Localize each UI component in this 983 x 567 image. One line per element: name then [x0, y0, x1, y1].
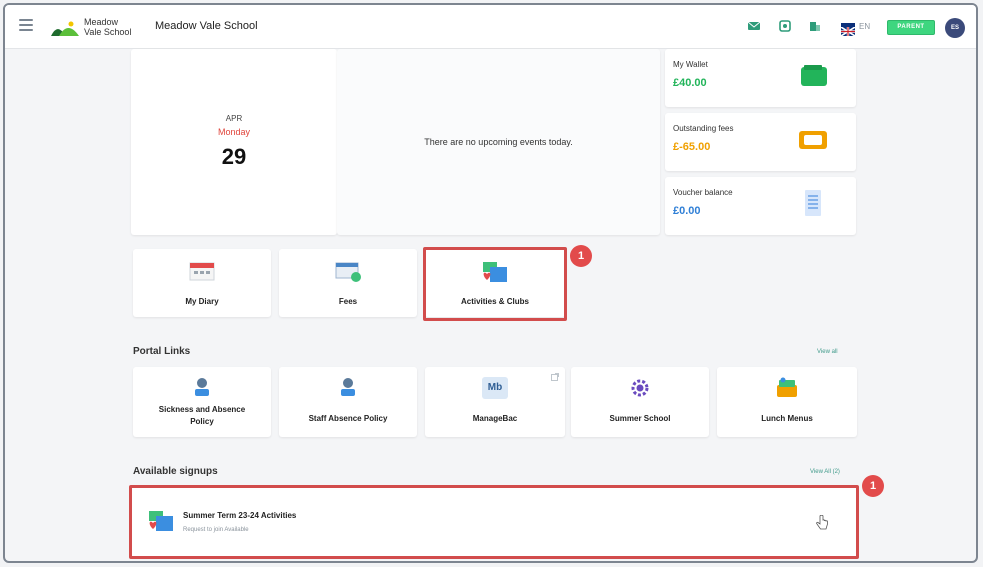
voucher-label: Voucher balance: [673, 188, 733, 197]
date-weekday: Monday: [217, 127, 251, 137]
tile-label: ManageBac: [472, 414, 518, 423]
my-wallet-card[interactable]: My Wallet £40.00: [665, 49, 856, 107]
tile-label: Lunch Menus: [761, 414, 813, 423]
role-badge[interactable]: PARENT: [887, 20, 935, 35]
person-badge-icon: [195, 378, 209, 396]
wallet-icon: [801, 65, 827, 86]
portal-link-managebac[interactable]: Mb ManageBac: [425, 367, 565, 437]
events-card: There are no upcoming events today.: [337, 49, 660, 235]
tile-label: My Diary: [185, 297, 219, 306]
school-name: Meadow Vale School: [155, 20, 258, 32]
date-card: APR Monday 29: [131, 49, 337, 235]
date-month: APR: [225, 114, 243, 123]
app-window: Meadow Vale School Meadow Vale School EN…: [3, 3, 978, 563]
menu-icon[interactable]: [19, 19, 33, 31]
calendar-icon: [189, 262, 215, 281]
user-avatar[interactable]: ES: [945, 18, 965, 38]
fees-label: Outstanding fees: [673, 124, 734, 133]
person-badge-icon: [341, 378, 355, 396]
managebac-icon: Mb: [482, 377, 508, 399]
fees-value: £-65.00: [673, 141, 711, 153]
activities-highlight-box: [423, 247, 567, 321]
available-signups-title: Available signups: [133, 466, 218, 477]
tile-label: Summer School: [609, 414, 671, 423]
portal-link-summer-school[interactable]: Summer School: [571, 367, 709, 437]
school-logo[interactable]: Meadow Vale School: [51, 14, 141, 40]
gear-icon: [631, 379, 649, 397]
signups-view-all[interactable]: View All (2): [810, 469, 840, 475]
portal-links-view-all[interactable]: View all: [817, 349, 838, 355]
portal-links-title: Portal Links: [133, 346, 191, 357]
external-link-icon: [551, 373, 559, 381]
outstanding-fees-card[interactable]: Outstanding fees £-65.00: [665, 113, 856, 171]
settings-icon[interactable]: [778, 19, 792, 33]
portal-link-staff-absence[interactable]: Staff Absence Policy: [279, 367, 417, 437]
fees-tile[interactable]: Fees: [279, 249, 417, 317]
invoice-icon: [335, 262, 361, 282]
tile-label: Policy: [190, 417, 214, 426]
building-icon[interactable]: [808, 19, 822, 33]
logo-text: Meadow Vale School: [84, 17, 132, 37]
tile-label: Fees: [338, 297, 358, 306]
logo-hills-icon: [51, 21, 79, 36]
voucher-balance-card[interactable]: Voucher balance £0.00: [665, 177, 856, 235]
tile-label: Staff Absence Policy: [308, 414, 388, 423]
wallet-value: £40.00: [673, 77, 707, 89]
voucher-icon: [805, 190, 821, 216]
lunchbox-icon: [777, 377, 797, 397]
voucher-value: £0.00: [673, 205, 701, 217]
no-events-message: There are no upcoming events today.: [424, 137, 573, 147]
portal-link-sickness[interactable]: Sickness and Absence Policy: [133, 367, 271, 437]
uk-flag-icon[interactable]: [840, 23, 856, 37]
tile-label: Sickness and Absence: [158, 405, 246, 414]
banknote-icon: [799, 131, 827, 149]
mail-icon[interactable]: [747, 19, 761, 33]
language-label[interactable]: EN: [859, 22, 870, 31]
portal-link-lunch-menus[interactable]: Lunch Menus: [717, 367, 857, 437]
top-bar: Meadow Vale School Meadow Vale School EN…: [5, 5, 976, 49]
my-diary-tile[interactable]: My Diary: [133, 249, 271, 317]
step-badge: 1: [570, 245, 592, 267]
step-badge: 1: [862, 475, 884, 497]
signup-highlight-box: [129, 485, 859, 559]
wallet-label: My Wallet: [673, 60, 708, 69]
date-number: 29: [221, 144, 247, 169]
